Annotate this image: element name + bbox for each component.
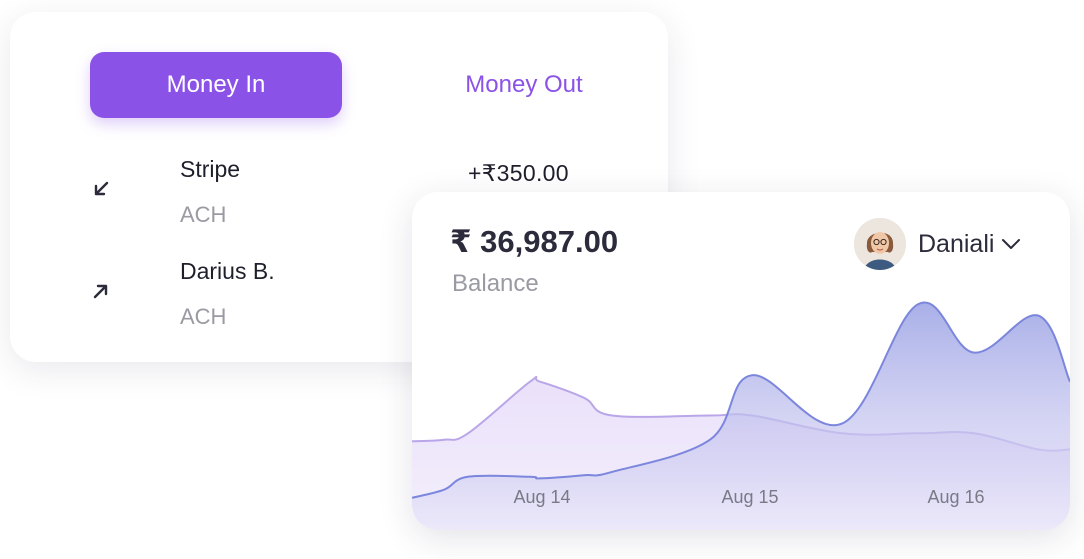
avatar <box>854 218 906 270</box>
balance-card: Aug 14 Aug 15 Aug 16 ₹ 36,987.00 Balance D… <box>412 192 1070 530</box>
chevron-down-icon <box>1002 239 1021 249</box>
stage: Money In Money Out Stripe ACH +₹350.00 D… <box>0 0 1084 559</box>
tab-money-out[interactable]: Money Out <box>430 52 618 118</box>
user-menu[interactable]: Daniali <box>854 216 1034 272</box>
transaction-method: ACH <box>180 202 227 227</box>
arrow-up-right-icon <box>93 284 108 299</box>
x-tick-label: Aug 15 <box>721 487 778 507</box>
balance-label: Balance <box>452 270 539 297</box>
transaction-method: ACH <box>180 304 227 329</box>
transaction-amount: +₹350.00 <box>468 160 569 186</box>
transaction-name: Darius B. <box>180 258 275 284</box>
transaction-name: Stripe <box>180 156 241 182</box>
x-tick-label: Aug 14 <box>513 487 570 507</box>
tab-money-in[interactable]: Money In <box>90 52 342 118</box>
x-tick-label: Aug 16 <box>927 487 984 507</box>
user-name: Daniali <box>918 229 995 258</box>
arrow-down-left-icon <box>94 181 109 196</box>
balance-amount: ₹ 36,987.00 <box>450 224 619 259</box>
